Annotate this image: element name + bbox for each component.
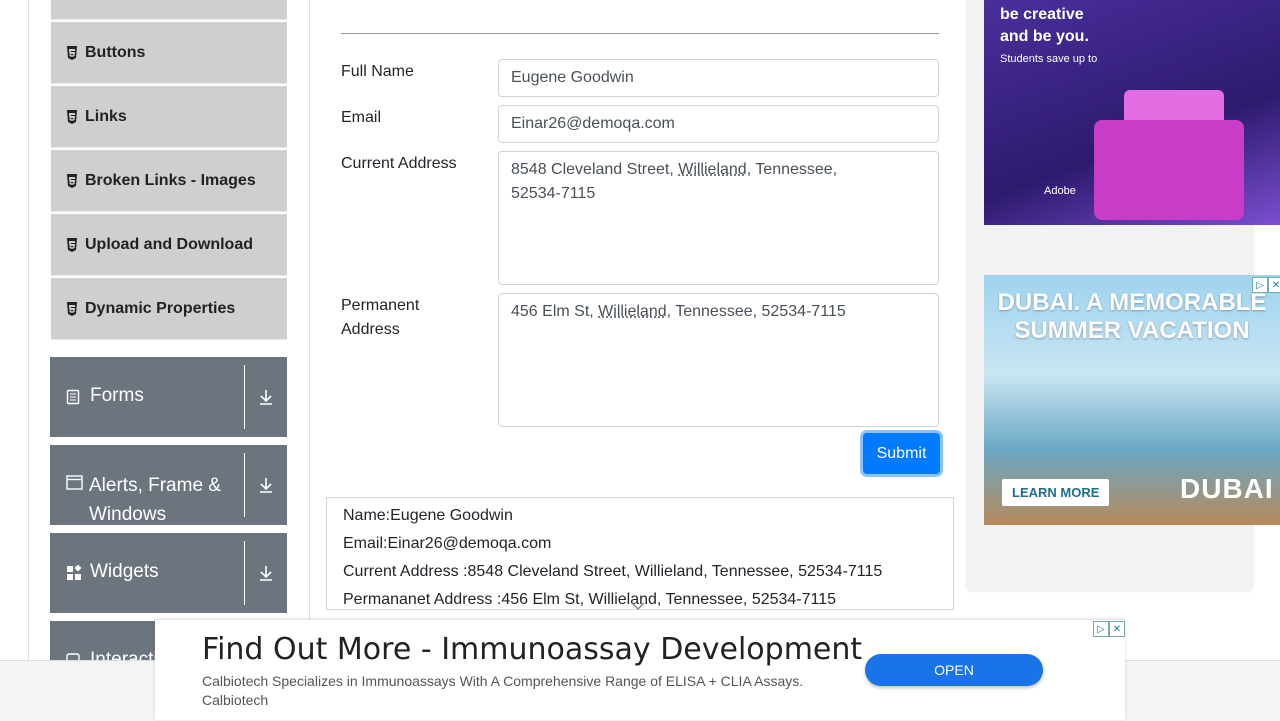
output-name: Name:Eugene Goodwin — [343, 507, 513, 524]
sidebar-item-links[interactable]: Links — [51, 86, 287, 148]
headline-line: SUMMER VACATION — [1014, 317, 1250, 344]
open-button[interactable]: OPEN — [865, 654, 1043, 686]
group-label: Alerts, Frame & Windows — [89, 475, 221, 525]
submit-button[interactable]: Submit — [863, 433, 940, 474]
city-text: Willieland — [678, 161, 747, 178]
download-icon[interactable] — [244, 541, 287, 605]
html5-icon — [65, 45, 79, 60]
html5-icon — [65, 237, 79, 252]
permanent-address-label: Permanent Address — [341, 294, 419, 342]
sidebar-item-label: Dynamic Properties — [85, 299, 236, 317]
ad-headline: DUBAI. A MEMORABLE SUMMER VACATION — [984, 289, 1280, 345]
sidebar-item-buttons[interactable]: Buttons — [51, 22, 287, 84]
email-input[interactable]: Einar26@demoqa.com — [498, 105, 939, 143]
address-text: 456 Elm St, — [511, 303, 599, 320]
left-gutter — [0, 0, 29, 720]
ad-line: and be you. — [1000, 28, 1089, 45]
widgets-icon — [66, 561, 84, 581]
brand-text: Adobe — [1044, 185, 1076, 197]
dubai-logo: DUBAI — [1180, 473, 1274, 504]
permanent-address-textarea[interactable]: 456 Elm St, Willieland, Tennessee, 52534… — [498, 293, 939, 427]
ad-title[interactable]: Find Out More - Immunoassay Development — [202, 632, 862, 667]
learn-more-button[interactable]: LEARN MORE — [1002, 479, 1110, 506]
chevron-down-icon[interactable] — [630, 600, 646, 612]
sidebar-item-previous[interactable] — [51, 0, 287, 20]
adchoices-icon[interactable]: ▷ — [1252, 277, 1268, 293]
download-icon[interactable] — [244, 365, 287, 429]
html5-icon — [65, 301, 79, 316]
full-name-input[interactable]: Eugene Goodwin — [498, 59, 939, 97]
window-icon — [66, 471, 83, 490]
address-text: , Tennessee, 52534-7115 — [666, 303, 846, 320]
current-address-textarea[interactable]: 8548 Cleveland Street, Willieland, Tenne… — [498, 151, 939, 285]
output-email: Email:Einar26@demoqa.com — [343, 535, 552, 552]
adobe-ad[interactable]: be creative and be you. Students save up… — [984, 0, 1280, 225]
label-line: Permanent — [341, 297, 420, 314]
group-label: Forms — [90, 385, 144, 406]
ad-text: be creative and be you. Students save up… — [1000, 4, 1097, 70]
download-icon[interactable] — [244, 453, 287, 517]
sidebar-group-alerts[interactable]: Alerts, Frame & Windows — [50, 445, 287, 525]
sidebar: Buttons Links Broken Links - Images Uplo… — [29, 0, 310, 720]
group-label: Widgets — [90, 561, 159, 582]
output-box: Name:Eugene Goodwin Email:Einar26@demoqa… — [326, 497, 954, 610]
output-current-address: Current Address :8548 Cleveland Street, … — [343, 563, 883, 580]
sidebar-group-widgets[interactable]: Widgets — [50, 533, 287, 613]
ad-line: Students save up to — [1000, 53, 1098, 65]
sidebar-item-dynamic-properties[interactable]: Dynamic Properties — [51, 278, 287, 340]
output-permanent-address: Permananet Address :456 Elm St, Williela… — [343, 591, 837, 608]
sidebar-item-label: Upload and Download — [85, 235, 253, 253]
sidebar-item-upload-download[interactable]: Upload and Download — [51, 214, 287, 276]
headline-line: DUBAI. A MEMORABLE — [997, 289, 1267, 316]
zip-text: 52534-7115 — [511, 185, 596, 202]
sidebar-group-forms[interactable]: Forms — [50, 357, 287, 437]
email-label: Email — [341, 109, 382, 126]
current-address-label: Current Address — [341, 155, 457, 172]
desc-line: Calbiotech Specializes in Immunoassays W… — [202, 673, 804, 689]
sidebar-item-label: Links — [85, 107, 127, 125]
ad-line: be creative — [1000, 6, 1084, 23]
html5-icon — [65, 109, 79, 124]
address-text: , Tennessee, — [746, 161, 838, 178]
close-icon[interactable]: ✕ — [1109, 621, 1125, 637]
close-icon[interactable]: ✕ — [1268, 277, 1280, 293]
city-text: Willieland — [598, 303, 667, 320]
sidebar-item-broken-links[interactable]: Broken Links - Images — [51, 150, 287, 212]
cake-illustration — [1094, 120, 1244, 220]
html5-icon — [65, 173, 79, 188]
sidebar-item-label: Broken Links - Images — [85, 171, 256, 189]
address-text: 8548 Cleveland Street, — [511, 161, 679, 178]
label-line: Address — [341, 321, 400, 338]
full-name-label: Full Name — [341, 63, 414, 80]
bottom-ad[interactable]: Find Out More - Immunoassay Development … — [155, 620, 1125, 720]
sidebar-item-label: Buttons — [85, 43, 146, 61]
ad-description: Calbiotech Specializes in Immunoassays W… — [202, 672, 842, 710]
dubai-ad[interactable]: DUBAI. A MEMORABLE SUMMER VACATION LEARN… — [984, 275, 1280, 525]
form-icon — [66, 385, 84, 405]
section-divider — [341, 33, 939, 34]
adchoices-icon[interactable]: ▷ — [1093, 621, 1109, 637]
advertiser: Calbiotech — [202, 692, 269, 708]
